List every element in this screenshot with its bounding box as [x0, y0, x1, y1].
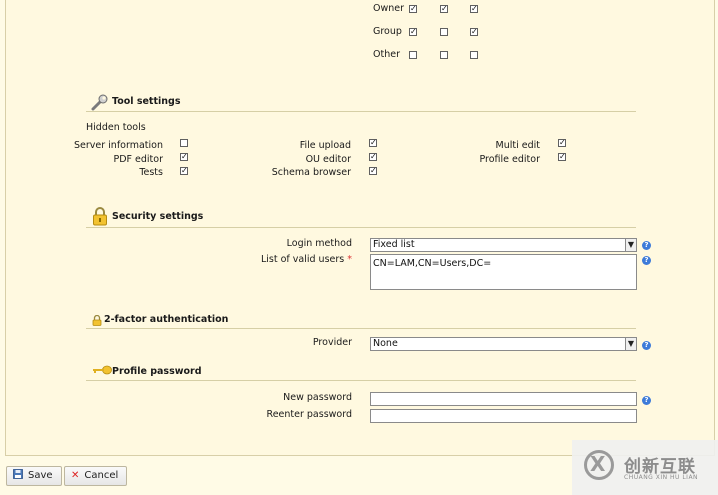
- security-settings-divider: [86, 227, 636, 228]
- tool-multi-edit-label: Multi edit: [495, 140, 540, 151]
- perm-row-owner-label: Owner: [373, 3, 405, 14]
- tool-file-upload-checkbox[interactable]: ✓: [369, 139, 377, 147]
- tool-tests-label: Tests: [139, 167, 163, 178]
- tool-schema-browser-checkbox[interactable]: ✓: [369, 167, 377, 175]
- watermark-logo-glyph: X: [590, 452, 606, 476]
- tool-schema-browser-label: Schema browser: [271, 167, 351, 178]
- reenter-password-label: Reenter password: [266, 409, 352, 420]
- new-password-help-icon[interactable]: ?: [642, 396, 651, 405]
- security-settings-title: Security settings: [112, 211, 204, 222]
- cancel-button-label: Cancel: [84, 470, 119, 481]
- tool-ou-editor-label: OU editor: [305, 154, 351, 165]
- login-method-label: Login method: [286, 238, 352, 249]
- tool-settings-title: Tool settings: [112, 96, 181, 107]
- perm-other-read-checkbox[interactable]: [409, 51, 417, 59]
- settings-panel: Owner ✓ ✓ ✓ Group ✓ ✓ Other Tool setting…: [5, 0, 715, 456]
- provider-help-icon[interactable]: ?: [642, 341, 651, 350]
- profile-password-divider: [86, 380, 636, 381]
- perm-group-exec-checkbox[interactable]: ✓: [470, 28, 478, 36]
- two-factor-divider: [86, 328, 636, 329]
- tool-multi-edit-checkbox[interactable]: ✓: [558, 139, 566, 147]
- save-button[interactable]: Save: [6, 466, 62, 486]
- tool-ou-editor-checkbox[interactable]: ✓: [369, 153, 377, 161]
- reenter-password-input[interactable]: [370, 409, 637, 423]
- perm-row-other-label: Other: [373, 49, 400, 60]
- tool-pdf-editor-label: PDF editor: [113, 154, 164, 165]
- provider-value: None: [373, 338, 398, 349]
- perm-other-write-checkbox[interactable]: [440, 51, 448, 59]
- tool-tests-checkbox[interactable]: ✓: [180, 167, 188, 175]
- perm-group-write-checkbox[interactable]: [440, 28, 448, 36]
- profile-password-title: Profile password: [112, 366, 202, 377]
- perm-row-group-label: Group: [373, 26, 402, 37]
- login-method-value: Fixed list: [373, 239, 415, 250]
- provider-label: Provider: [312, 337, 352, 348]
- save-button-label: Save: [28, 470, 53, 481]
- padlock-icon-small: [92, 314, 102, 329]
- hidden-tools-label: Hidden tools: [86, 122, 146, 133]
- tool-settings-divider: [86, 111, 636, 112]
- padlock-icon: [92, 207, 108, 229]
- new-password-input[interactable]: [370, 392, 637, 406]
- two-factor-title: 2-factor authentication: [104, 314, 229, 325]
- cancel-icon: ✕: [71, 470, 80, 481]
- perm-owner-exec-checkbox[interactable]: ✓: [470, 5, 478, 13]
- provider-select[interactable]: None ▼: [370, 337, 637, 351]
- tool-profile-editor-label: Profile editor: [479, 154, 540, 165]
- valid-users-textarea[interactable]: CN=LAM,CN=Users,DC=: [370, 254, 637, 290]
- tool-profile-editor-checkbox[interactable]: ✓: [558, 153, 566, 161]
- cancel-button[interactable]: ✕ Cancel: [64, 466, 128, 486]
- tool-server-information-label: Server information: [73, 140, 163, 151]
- perm-group-read-checkbox[interactable]: ✓: [409, 28, 417, 36]
- perm-owner-write-checkbox[interactable]: ✓: [440, 5, 448, 13]
- chevron-down-icon[interactable]: ▼: [625, 239, 636, 251]
- watermark-en-text: CHUANG XIN HU LIAN: [624, 474, 699, 481]
- valid-users-help-icon[interactable]: ?: [642, 256, 651, 265]
- chevron-down-icon[interactable]: ▼: [625, 338, 636, 350]
- key-icon: [92, 365, 112, 378]
- perm-other-exec-checkbox[interactable]: [470, 51, 478, 59]
- valid-users-label: List of valid users *: [260, 254, 352, 265]
- new-password-label: New password: [283, 392, 352, 403]
- login-method-help-icon[interactable]: ?: [642, 241, 651, 250]
- login-method-select[interactable]: Fixed list ▼: [370, 238, 637, 252]
- save-icon: [13, 467, 23, 485]
- tool-pdf-editor-checkbox[interactable]: ✓: [180, 153, 188, 161]
- tool-server-information-checkbox[interactable]: [180, 139, 188, 147]
- tool-file-upload-label: File upload: [299, 140, 351, 151]
- perm-owner-read-checkbox[interactable]: ✓: [409, 5, 417, 13]
- watermark: X 创新互联 CHUANG XIN HU LIAN: [572, 440, 718, 495]
